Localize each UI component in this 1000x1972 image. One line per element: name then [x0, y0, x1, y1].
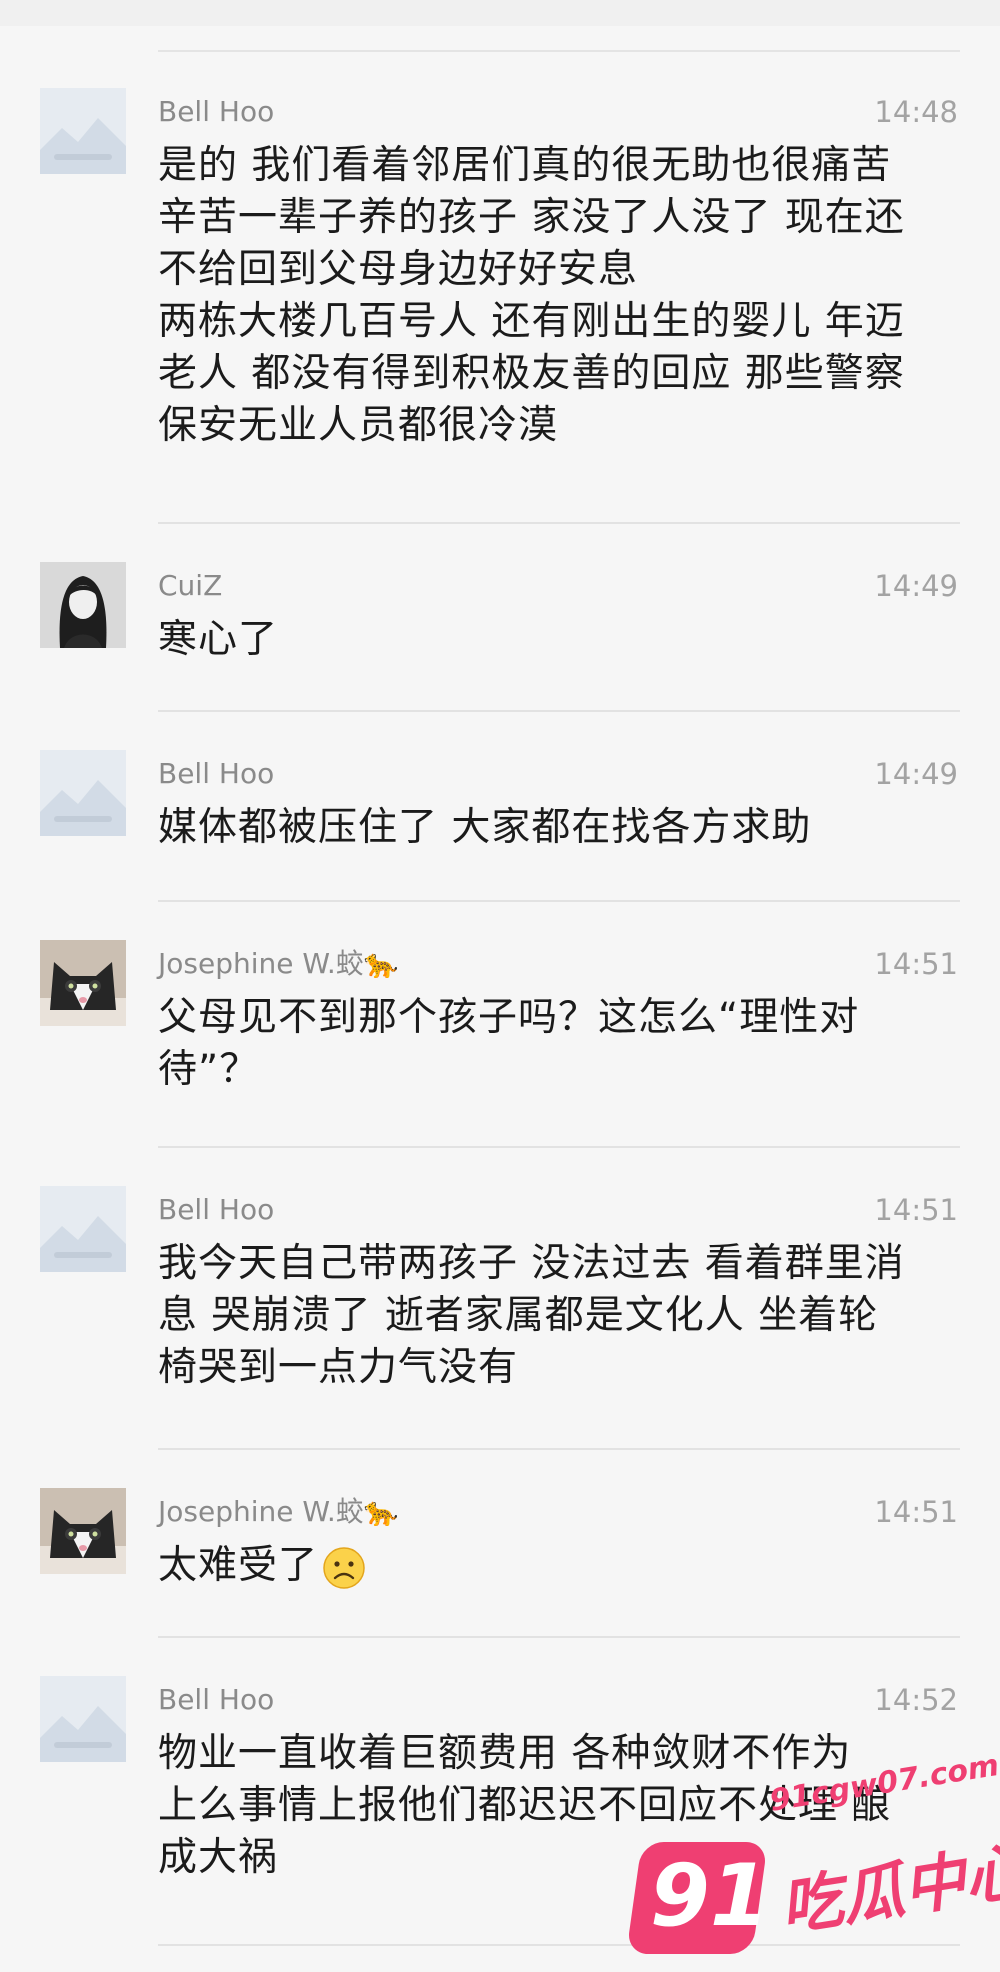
- avatar-portrait-icon[interactable]: [40, 562, 126, 648]
- comment-time: 14:48: [874, 95, 958, 129]
- comment-divider: [158, 1146, 960, 1148]
- commenter-name[interactable]: CuiZ: [158, 562, 222, 610]
- commenter-name[interactable]: Josephine W.蛟🐆: [158, 1488, 399, 1536]
- commenter-name[interactable]: Bell Hoo: [158, 88, 274, 136]
- watermark-text: 吃瓜中心: [775, 1833, 1000, 1945]
- comment-line: 太难受了: [158, 1540, 962, 1592]
- comment-line: 不给回到父母身边好好安息: [158, 247, 639, 292]
- comment-time: 14:49: [874, 757, 958, 791]
- top-divider: [158, 50, 960, 52]
- comment-line: 椅哭到一点力气没有: [158, 1345, 519, 1390]
- comment-text: 太难受了: [158, 1540, 962, 1592]
- comment-line: 寒心了: [158, 617, 279, 662]
- comment-text: 寒心了: [158, 614, 962, 666]
- comment-line: 待”？: [158, 1047, 260, 1092]
- avatar-placeholder-icon[interactable]: [40, 1676, 126, 1762]
- comment-line: 保安无业人员都很冷漠: [158, 403, 559, 448]
- comment-time: 14:51: [874, 1193, 958, 1227]
- comment-line: 媒体都被压住了 大家都在找各方求助: [158, 805, 812, 850]
- comment-time: 14:52: [874, 1683, 958, 1717]
- sad-face-emoji-icon: [322, 1546, 366, 1590]
- comment-text: 是的 我们看着邻居们真的很无助也很痛苦 辛苦一辈子养的孩子 家没了人没了 现在还…: [158, 140, 962, 452]
- comment-line: 辛苦一辈子养的孩子 家没了人没了 现在还: [158, 195, 905, 240]
- comment-line: 是的 我们看着邻居们真的很无助也很痛苦: [158, 143, 892, 188]
- commenter-name[interactable]: Josephine W.蛟🐆: [158, 940, 399, 988]
- comment-line: 我今天自己带两孩子 没法过去 看着群里消: [158, 1241, 905, 1286]
- commenter-name[interactable]: Bell Hoo: [158, 750, 274, 798]
- comment-divider: [158, 900, 960, 902]
- watermark-number: 91: [650, 1846, 770, 1946]
- avatar-placeholder-icon[interactable]: [40, 1186, 126, 1272]
- comment-divider: [158, 710, 960, 712]
- comment-text: 我今天自己带两孩子 没法过去 看着群里消 息 哭崩溃了 逝者家属都是文化人 坐着…: [158, 1238, 962, 1394]
- comment-line: 老人 都没有得到积极友善的回应 那些警察: [158, 351, 905, 396]
- comment-line: 两栋大楼几百号人 还有刚出生的婴儿 年迈: [158, 299, 905, 344]
- comment-line: 息 哭崩溃了 逝者家属都是文化人 坐着轮: [158, 1293, 879, 1338]
- comment-text: 父母见不到那个孩子吗？这怎么“理性对 待”？: [158, 992, 962, 1096]
- comment-divider: [158, 1448, 960, 1450]
- comment-text: 媒体都被压住了 大家都在找各方求助: [158, 802, 962, 854]
- top-edge-bar: [0, 0, 1000, 26]
- comment-time: 14:51: [874, 947, 958, 981]
- comment-divider: [158, 1636, 960, 1638]
- comment-line: 父母见不到那个孩子吗？这怎么“理性对: [158, 995, 860, 1040]
- watermark-logo: 91 91cgw07.com 吃瓜中心: [626, 1748, 1000, 1970]
- commenter-name[interactable]: Bell Hoo: [158, 1186, 274, 1234]
- avatar-placeholder-icon[interactable]: [40, 88, 126, 174]
- comment-time: 14:49: [874, 569, 958, 603]
- comment-line-text: 太难受了: [158, 1543, 319, 1588]
- commenter-name[interactable]: Bell Hoo: [158, 1676, 274, 1724]
- comment-time: 14:51: [874, 1495, 958, 1529]
- comment-divider: [158, 522, 960, 524]
- avatar-placeholder-icon[interactable]: [40, 750, 126, 836]
- avatar-cat-icon[interactable]: [40, 1488, 126, 1574]
- avatar-cat-icon[interactable]: [40, 940, 126, 1026]
